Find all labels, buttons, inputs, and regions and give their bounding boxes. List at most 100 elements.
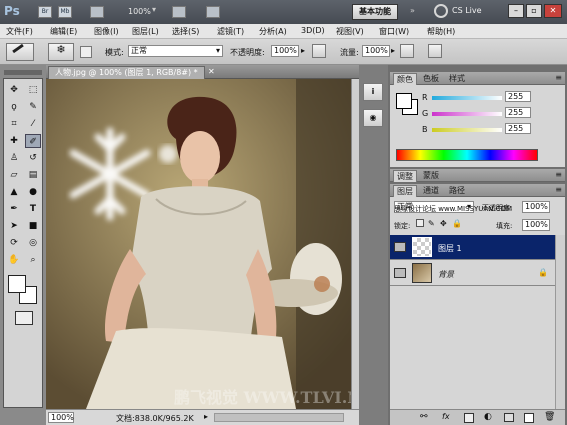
menu-select[interactable]: 选择(S) [172, 26, 199, 37]
menu-image[interactable]: 图像(I) [94, 26, 119, 37]
tab-masks[interactable]: 蒙版 [420, 170, 442, 182]
tab-paths[interactable]: 路径 [446, 185, 468, 197]
slider-r-track[interactable] [432, 96, 502, 100]
slider-b-value[interactable]: 255 [505, 123, 531, 134]
add-mask-icon[interactable] [464, 413, 474, 423]
marquee-tool-icon[interactable]: ⬚ [25, 83, 41, 97]
hand-tool-icon[interactable]: ✋ [6, 253, 22, 267]
minibridge-button[interactable]: Mb [58, 6, 72, 18]
blend-mode-select[interactable]: 正常 ▾ [128, 45, 223, 57]
slider-b-track[interactable] [432, 128, 502, 132]
pen-tool-icon[interactable]: ✒ [6, 202, 22, 216]
tab-swatches[interactable]: 色板 [420, 73, 442, 85]
minimize-button[interactable]: – [508, 4, 524, 18]
tab-styles[interactable]: 样式 [446, 73, 468, 85]
toolbox-grip[interactable] [4, 70, 42, 75]
info-panel-icon[interactable]: i [363, 83, 383, 101]
fill-input[interactable]: 100% [522, 219, 550, 231]
workspace-button[interactable]: 基本功能 [352, 4, 398, 20]
arrange-documents-button[interactable] [172, 6, 186, 18]
menu-filter[interactable]: 滤镜(T) [217, 26, 244, 37]
healing-brush-tool-icon[interactable]: ✚ [6, 134, 22, 148]
zoom-level[interactable]: 100% [128, 7, 151, 16]
color-fg-swatch[interactable] [396, 93, 412, 109]
move-tool-icon[interactable]: ✥ [6, 83, 22, 97]
eyedropper-tool-icon[interactable]: ⁄ [25, 117, 41, 131]
menu-analysis[interactable]: 分析(A) [259, 26, 287, 37]
eye-icon[interactable] [394, 242, 406, 252]
flow-slider-toggle[interactable]: ▸ [391, 46, 395, 55]
view-extras-button[interactable] [90, 6, 104, 18]
menu-file[interactable]: 文件(F) [6, 26, 33, 37]
menu-help[interactable]: 帮助(H) [427, 26, 455, 37]
layer-row[interactable]: 图层 1 [390, 235, 555, 260]
new-layer-icon[interactable] [524, 413, 534, 423]
opacity-input[interactable]: 100% [271, 45, 299, 57]
color-spectrum-ramp[interactable] [396, 149, 538, 161]
clone-stamp-tool-icon[interactable]: ♙ [6, 151, 22, 165]
eraser-tool-icon[interactable]: ▱ [6, 168, 22, 182]
vertical-scrollbar[interactable] [351, 79, 359, 409]
layer-name[interactable]: 背景 [438, 269, 454, 280]
airbrush-icon[interactable] [400, 44, 414, 58]
eye-icon[interactable] [394, 268, 406, 278]
snowflake-brush-preset-icon[interactable]: ❄ [48, 43, 74, 61]
menu-view[interactable]: 视图(V) [336, 26, 364, 37]
adjustment-layer-icon[interactable]: ◐ [484, 412, 492, 422]
screen-mode-button[interactable] [206, 6, 220, 18]
lock-all-icon[interactable]: 🔒 [452, 219, 462, 228]
horizontal-scrollbar[interactable] [214, 413, 344, 422]
status-menu-icon[interactable]: ▸ [204, 412, 208, 421]
menu-window[interactable]: 窗口(W) [379, 26, 409, 37]
layers-scrollbar[interactable] [555, 235, 565, 409]
opacity-slider-toggle[interactable]: ▸ [301, 46, 305, 55]
zoom-field[interactable]: 100% [48, 412, 74, 423]
panel-menu-icon[interactable]: ≡ [555, 185, 562, 194]
dodge-tool-icon[interactable]: ● [25, 185, 41, 199]
history-brush-tool-icon[interactable]: ↺ [25, 151, 41, 165]
gradient-tool-icon[interactable]: ▤ [25, 168, 41, 182]
tab-adjustments[interactable]: 调整 [393, 170, 417, 182]
document-tab-close-icon[interactable]: ✕ [208, 67, 215, 76]
brush-panel-toggle[interactable] [80, 46, 92, 58]
tab-color[interactable]: 颜色 [393, 73, 417, 85]
lock-transparent-icon[interactable] [416, 219, 424, 227]
trash-icon[interactable]: 🗑 [544, 412, 555, 422]
3d-orbit-tool-icon[interactable]: ◎ [25, 236, 41, 250]
blur-tool-icon[interactable]: ▲ [6, 185, 22, 199]
3d-rotate-tool-icon[interactable]: ⟳ [6, 236, 22, 250]
shape-tool-icon[interactable]: ■ [25, 219, 41, 233]
group-layers-icon[interactable] [504, 413, 514, 422]
bridge-button[interactable]: Br [38, 6, 52, 18]
panel-menu-icon[interactable]: ≡ [555, 170, 562, 179]
navigator-panel-icon[interactable]: ◉ [363, 109, 383, 127]
close-button[interactable]: ✕ [544, 4, 562, 18]
panel-menu-icon[interactable]: ≡ [555, 73, 562, 82]
layer-row[interactable]: 背景 🔒 [390, 261, 555, 286]
foreground-color-swatch[interactable] [8, 275, 26, 293]
lock-position-icon[interactable]: ✥ [440, 219, 447, 228]
maximize-button[interactable]: ▫ [526, 4, 542, 18]
workspace-chevron-icon[interactable]: » [410, 6, 415, 15]
quick-mask-button[interactable] [15, 311, 33, 325]
layer-opacity-input[interactable]: 100% [522, 201, 550, 213]
brush-tool-icon[interactable]: ✐ [25, 134, 41, 148]
tab-layers[interactable]: 图层 [393, 185, 417, 197]
flow-input[interactable]: 100% [362, 45, 390, 57]
link-layers-icon[interactable]: ⚯ [420, 412, 428, 422]
tab-channels[interactable]: 通道 [420, 185, 442, 197]
document-tab[interactable]: 人物.jpg @ 100% (图层 1, RGB/8#) * [48, 66, 205, 79]
magic-wand-tool-icon[interactable]: ✎ [25, 100, 41, 114]
slider-g-value[interactable]: 255 [505, 107, 531, 118]
layer-style-icon[interactable]: fx [442, 412, 450, 421]
lock-pixels-icon[interactable]: ✎ [428, 219, 435, 228]
layer-name[interactable]: 图层 1 [438, 243, 462, 254]
zoom-tool-icon[interactable]: ⌕ [25, 253, 41, 267]
menu-edit[interactable]: 编辑(E) [50, 26, 77, 37]
menu-3d[interactable]: 3D(D) [301, 26, 325, 35]
cs-live-label[interactable]: CS Live [452, 6, 482, 15]
crop-tool-icon[interactable]: ⌗ [6, 117, 22, 131]
tablet-pressure-opacity-icon[interactable] [312, 44, 326, 58]
path-selection-tool-icon[interactable]: ➤ [6, 219, 22, 233]
menu-layer[interactable]: 图层(L) [132, 26, 159, 37]
